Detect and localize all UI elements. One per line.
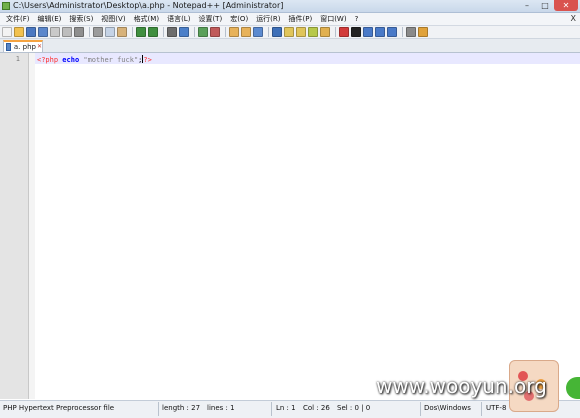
menu-item[interactable]: 视图(V) (97, 13, 129, 25)
doc-map-icon[interactable] (308, 27, 318, 37)
menu-item[interactable]: 搜索(S) (65, 13, 97, 25)
copy-icon[interactable] (105, 27, 115, 37)
toolbar-separator (268, 27, 269, 37)
toolbar-separator (132, 27, 133, 37)
tab-close-icon[interactable]: ✕ (37, 43, 42, 51)
status-col: Col : 26 (303, 404, 330, 412)
toolbar-buttons (2, 27, 430, 37)
status-divider (420, 402, 421, 416)
watermark-text: www.wooyun.org (376, 374, 547, 398)
paste-icon[interactable] (117, 27, 127, 37)
menu-close-document-button[interactable]: X (571, 13, 576, 25)
window-controls: – □ ✕ (518, 0, 578, 12)
maximize-button[interactable]: □ (536, 0, 554, 11)
menu-item[interactable]: ? (351, 13, 363, 25)
spell-check-icon[interactable] (406, 27, 416, 37)
menu-item[interactable]: 语言(L) (163, 13, 194, 25)
redo-icon[interactable] (148, 27, 158, 37)
toolbar (0, 26, 580, 39)
line-number: 1 (15, 55, 20, 63)
menu-item[interactable]: 宏(O) (226, 13, 252, 25)
code-token-str: "mother fuck" (83, 56, 139, 64)
notepad-plus-plus-icon (2, 2, 10, 10)
menu-item[interactable]: 文件(F) (2, 13, 34, 25)
tab-a-php[interactable]: a. php ✕ (3, 40, 43, 52)
undo-icon[interactable] (136, 27, 146, 37)
toolbar-separator (89, 27, 90, 37)
minimize-button[interactable]: – (518, 0, 536, 11)
code-token-kw: echo (62, 56, 80, 64)
zoom-out-icon[interactable] (210, 27, 220, 37)
status-divider (271, 402, 272, 416)
save-all-icon[interactable] (38, 27, 48, 37)
line-number-gutter: 1 (0, 53, 29, 399)
new-file-icon[interactable] (2, 27, 12, 37)
print-icon[interactable] (74, 27, 84, 37)
record-macro-icon[interactable] (339, 27, 349, 37)
code-token-tag: <?php (37, 56, 59, 64)
stop-record-icon[interactable] (351, 27, 361, 37)
toolbar-separator (194, 27, 195, 37)
title-bar: C:\Users\Administrator\Desktop\a.php - N… (0, 0, 580, 13)
fold-margin[interactable] (29, 53, 35, 399)
play-macro-icon[interactable] (363, 27, 373, 37)
editor-area[interactable]: 1 <?php echo "mother fuck";?> (0, 53, 580, 399)
plugin-icon[interactable] (418, 27, 428, 37)
status-bar: PHP Hypertext Preprocessor file length :… (0, 400, 580, 418)
menu-list: 文件(F) 编辑(E) 搜索(S) 视图(V) 格式(M) 语言(L) 设置(T) 宏(O) 运… (2, 13, 362, 25)
indent-guide-icon[interactable] (284, 27, 294, 37)
toolbar-separator (225, 27, 226, 37)
status-ln: Ln : 1 (276, 404, 296, 412)
show-all-chars-icon[interactable] (272, 27, 282, 37)
code-line[interactable]: <?php echo "mother fuck";?> (37, 55, 152, 64)
status-sel: Sel : 0 | 0 (337, 404, 371, 412)
menu-item[interactable]: 格式(M) (130, 13, 164, 25)
tab-bar: a. php ✕ (0, 39, 580, 53)
status-divider (481, 402, 482, 416)
find-icon[interactable] (167, 27, 177, 37)
open-file-icon[interactable] (14, 27, 24, 37)
toolbar-separator (163, 27, 164, 37)
status-encoding: UTF-8 (486, 404, 507, 412)
close-file-icon[interactable] (50, 27, 60, 37)
save-macro-icon[interactable] (387, 27, 397, 37)
menu-bar: 文件(F) 编辑(E) 搜索(S) 视图(V) 格式(M) 语言(L) 设置(T) 宏(O) 运… (0, 13, 580, 26)
status-file-type: PHP Hypertext Preprocessor file (3, 404, 115, 412)
close-window-button[interactable]: ✕ (554, 0, 578, 11)
function-list-icon[interactable] (320, 27, 330, 37)
toolbar-separator (335, 27, 336, 37)
cut-icon[interactable] (93, 27, 103, 37)
window-title: C:\Users\Administrator\Desktop\a.php - N… (13, 1, 284, 10)
toolbar-separator (402, 27, 403, 37)
status-lines: lines : 1 (207, 404, 235, 412)
lang-icon[interactable] (296, 27, 306, 37)
sync-vertical-icon[interactable] (229, 27, 239, 37)
run-macro-multiple-icon[interactable] (375, 27, 385, 37)
menu-item[interactable]: 插件(P) (285, 13, 317, 25)
tab-label: a. php (13, 43, 36, 51)
save-icon[interactable] (26, 27, 36, 37)
code-token-tag: ?> (143, 56, 152, 64)
sync-horizontal-icon[interactable] (241, 27, 251, 37)
menu-item[interactable]: 设置(T) (194, 13, 226, 25)
menu-item[interactable]: 运行(R) (252, 13, 284, 25)
menu-item[interactable]: 编辑(E) (34, 13, 66, 25)
zoom-in-icon[interactable] (198, 27, 208, 37)
status-divider (158, 402, 159, 416)
status-length: length : 27 (162, 404, 201, 412)
word-wrap-icon[interactable] (253, 27, 263, 37)
saved-file-icon (6, 43, 11, 51)
status-eol: Dos\Windows (424, 404, 471, 412)
menu-item[interactable]: 窗口(W) (316, 13, 350, 25)
close-all-icon[interactable] (62, 27, 72, 37)
replace-icon[interactable] (179, 27, 189, 37)
